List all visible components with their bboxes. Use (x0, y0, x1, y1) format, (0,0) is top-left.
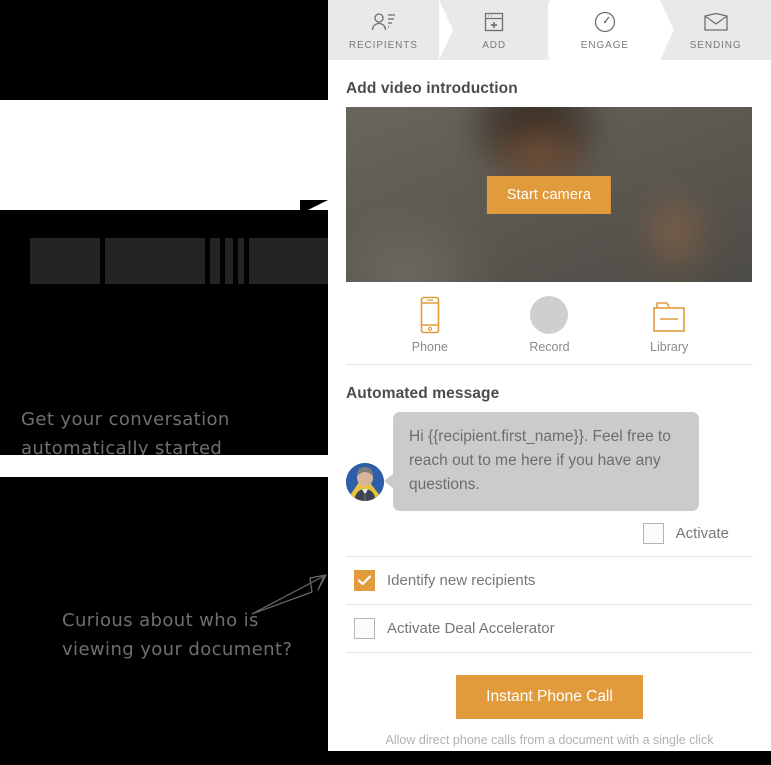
start-camera-button[interactable]: Start camera (486, 175, 612, 214)
redacted-word (210, 238, 220, 284)
media-action-library[interactable]: Library (624, 300, 714, 354)
gauge-icon (593, 10, 617, 34)
step-engage[interactable]: ENGAGE (549, 0, 675, 60)
wizard-steps: RECIPIENTS ADD ENGAGE SENDING (328, 0, 771, 60)
document-white-band-lower (0, 455, 328, 477)
phone-icon (420, 296, 440, 334)
step-label-add: ADD (482, 39, 507, 51)
redacted-word (238, 238, 244, 284)
activate-message-checkbox[interactable] (642, 523, 664, 544)
step-recipients[interactable]: RECIPIENTS (328, 0, 453, 60)
media-label-record: Record (529, 340, 570, 354)
panel-body: Add video introduction Start camera Phon… (328, 80, 771, 757)
footer-note: Allow direct phone calls from a document… (385, 733, 714, 747)
activate-message-label: Activate (675, 525, 729, 542)
media-label-library: Library (650, 340, 689, 354)
avatar (346, 463, 384, 501)
video-section-title: Add video introduction (346, 80, 518, 97)
step-label-engage: ENGAGE (580, 39, 629, 51)
document-backdrop: Get your conversation automatically star… (0, 0, 328, 765)
option-activate-deal-accelerator: Activate Deal Accelerator (346, 605, 753, 653)
instant-phone-call-button[interactable]: Instant Phone Call (456, 675, 643, 719)
activate-deal-accelerator-checkbox[interactable] (354, 618, 375, 639)
identify-new-recipients-label: Identify new recipients (387, 572, 536, 589)
document-corner-fold (300, 200, 328, 214)
record-circle-icon (530, 296, 569, 334)
video-preview[interactable]: Start camera (346, 107, 752, 282)
step-label-sending: SENDING (689, 39, 742, 51)
activate-message-row: Activate (346, 511, 753, 557)
step-label-recipients: RECIPIENTS (348, 39, 418, 51)
media-action-phone[interactable]: Phone (385, 296, 475, 354)
automated-message-row: Hi {{recipient.first_name}}. Feel free t… (346, 412, 753, 511)
identify-new-recipients-checkbox[interactable] (354, 570, 375, 591)
folder-icon (653, 302, 685, 332)
panel-bottom-strip (328, 751, 771, 765)
activate-deal-accelerator-label: Activate Deal Accelerator (387, 620, 555, 637)
bubble-tail (384, 473, 394, 489)
automated-message-text[interactable]: Hi {{recipient.first_name}}. Feel free t… (393, 412, 699, 511)
redacted-word (105, 238, 205, 284)
document-redacted-headline (30, 238, 328, 284)
media-label-phone: Phone (411, 340, 448, 354)
step-sending[interactable]: SENDING (660, 0, 771, 60)
paper-plane-arrow-icon (251, 574, 327, 615)
contact-card-icon (370, 10, 396, 34)
redacted-word (249, 238, 328, 284)
media-actions: Phone Record Library (346, 282, 753, 365)
engage-side-panel: RECIPIENTS ADD ENGAGE SENDING Add video … (328, 0, 771, 751)
redacted-word (30, 238, 100, 284)
message-section-title: Automated message (346, 385, 500, 402)
footer-area: Instant Phone Call Allow direct phone ca… (346, 653, 753, 757)
add-window-icon (483, 10, 505, 34)
redacted-word (225, 238, 233, 284)
envelope-icon (703, 10, 729, 34)
document-white-band-upper (0, 100, 328, 210)
step-add[interactable]: ADD (438, 0, 564, 60)
message-bubble-wrapper: Hi {{recipient.first_name}}. Feel free t… (384, 412, 699, 511)
option-identify-new-recipients: Identify new recipients (346, 557, 753, 605)
media-action-record[interactable]: Record (504, 296, 594, 354)
